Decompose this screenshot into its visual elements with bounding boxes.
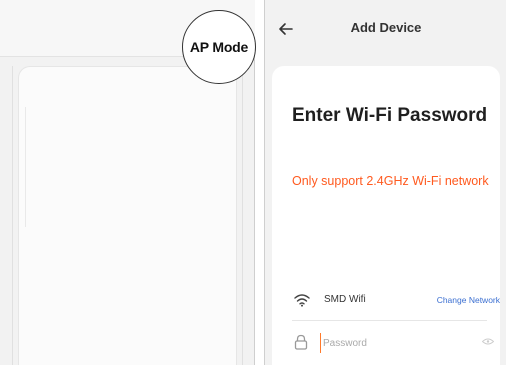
- password-input[interactable]: [320, 333, 475, 353]
- left-screen-edge-right: [242, 66, 243, 365]
- right-phone-screen: Add Device Enter Wi-Fi Password Only sup…: [264, 0, 506, 365]
- ap-mode-label: AP Mode: [189, 39, 249, 55]
- left-screen-edge: [12, 66, 13, 365]
- lock-icon: [294, 334, 308, 350]
- page-title: Add Device: [350, 20, 422, 35]
- wifi-icon: [294, 294, 310, 307]
- wifi-form-card: Enter Wi-Fi Password Only support 2.4GHz…: [272, 66, 500, 365]
- left-card-line: [25, 107, 26, 227]
- password-row: [292, 332, 494, 354]
- ap-mode-badge: AP Mode: [182, 10, 256, 84]
- form-heading: Enter Wi-Fi Password: [292, 105, 488, 126]
- wifi-network-name: SMD Wifi: [324, 294, 366, 305]
- row-divider: [292, 320, 487, 321]
- wifi-network-row: SMD Wifi Change Network: [292, 291, 500, 311]
- eye-icon[interactable]: [482, 338, 494, 345]
- change-network-link[interactable]: Change Network: [437, 295, 500, 305]
- frequency-notice: Only support 2.4GHz Wi-Fi network: [292, 174, 489, 188]
- left-blank-card: [18, 66, 237, 365]
- top-bar: Add Device: [265, 0, 506, 56]
